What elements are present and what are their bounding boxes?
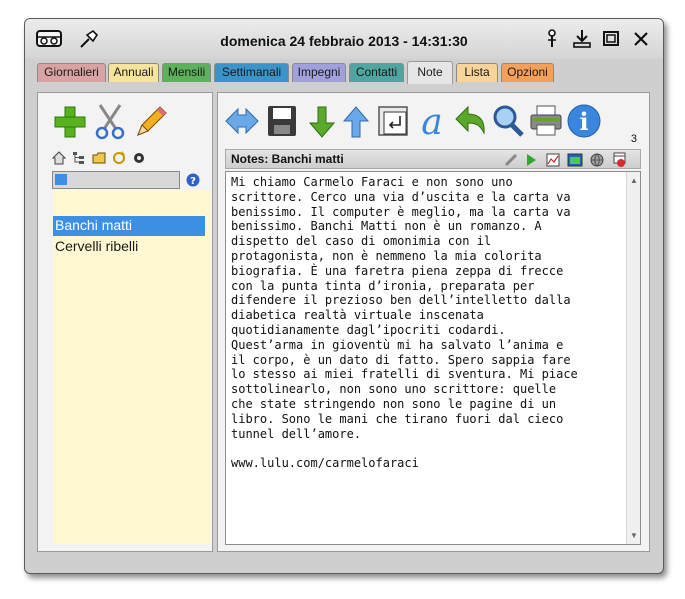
info-icon[interactable]: i <box>566 101 602 141</box>
folder-icon[interactable] <box>92 151 106 165</box>
tab-settimanali[interactable]: Settimanali <box>214 63 289 82</box>
maximize-icon[interactable] <box>597 27 625 51</box>
app-icon[interactable] <box>35 27 63 51</box>
note-editor-panel: a i 3 Notes: Banchi matti Mi chiamo Carm… <box>217 92 650 552</box>
refresh-icon[interactable] <box>112 151 126 165</box>
up-arrow-icon[interactable] <box>338 101 374 141</box>
search-icon[interactable] <box>490 101 526 141</box>
tab-impegni[interactable]: Impegni <box>292 63 346 82</box>
tab-bar: Giornalieri Annuali Mensili Settimanali … <box>37 61 651 84</box>
save-icon[interactable] <box>264 101 300 141</box>
play-icon[interactable] <box>524 153 538 167</box>
globe-icon[interactable] <box>590 153 604 167</box>
editor-scrollbar[interactable]: ▲ ▼ <box>626 172 640 544</box>
close-icon[interactable] <box>627 27 655 51</box>
list-item[interactable]: Cervelli ribelli <box>53 237 205 257</box>
app-window: domenica 24 febbraio 2013 - 14:31:30 Gio… <box>24 18 664 574</box>
tab-opzioni[interactable]: Opzioni <box>501 63 554 82</box>
note-content[interactable]: Mi chiamo Carmelo Faraci e non sono uno … <box>231 175 623 471</box>
chart-icon[interactable] <box>546 153 560 167</box>
font-icon[interactable]: a <box>414 101 450 141</box>
pen-icon[interactable] <box>504 153 518 167</box>
tab-lista[interactable]: Lista <box>456 63 498 82</box>
minimize-to-tray-icon[interactable] <box>568 27 596 51</box>
tab-note[interactable]: Note <box>407 61 453 84</box>
tab-giornalieri[interactable]: Giornalieri <box>37 63 106 82</box>
search-input[interactable] <box>52 171 180 189</box>
search-field-icon <box>55 174 67 185</box>
print-icon[interactable] <box>528 101 564 141</box>
home-icon[interactable] <box>52 151 66 165</box>
title-bar: domenica 24 febbraio 2013 - 14:31:30 <box>25 19 663 59</box>
down-arrow-icon[interactable] <box>304 101 340 141</box>
tree-icon[interactable] <box>72 151 86 165</box>
edit-icon[interactable] <box>132 101 168 141</box>
page-count: 3 <box>630 133 637 145</box>
svg-text:i: i <box>579 107 588 136</box>
pin-down-icon[interactable] <box>538 27 566 51</box>
calendar-alert-icon[interactable] <box>612 152 628 168</box>
cut-icon[interactable] <box>92 101 128 141</box>
add-icon[interactable] <box>52 101 88 141</box>
undo-icon[interactable] <box>452 101 488 141</box>
tab-annuali[interactable]: Annuali <box>108 63 159 82</box>
svg-text:?: ? <box>190 176 196 187</box>
settings-icon[interactable] <box>132 151 146 165</box>
scroll-up-icon[interactable]: ▲ <box>630 176 638 185</box>
pin-icon[interactable] <box>75 27 103 51</box>
image-icon[interactable] <box>567 153 583 167</box>
tab-contatti[interactable]: Contatti <box>349 63 404 82</box>
window-title: domenica 24 febbraio 2013 - 14:31:30 <box>220 33 468 49</box>
help-icon[interactable]: ? <box>186 173 200 187</box>
wrap-icon[interactable] <box>376 101 412 141</box>
tab-mensili[interactable]: Mensili <box>162 63 211 82</box>
note-text-area[interactable]: Mi chiamo Carmelo Faraci e non sono uno … <box>225 171 641 545</box>
scroll-down-icon[interactable]: ▼ <box>630 531 638 540</box>
note-title: Notes: Banchi matti <box>231 152 344 166</box>
move-icon[interactable] <box>224 101 260 141</box>
notes-list-panel: ? Banchi matti Cervelli ribelli <box>37 92 213 552</box>
list-item[interactable]: Banchi matti <box>53 216 205 236</box>
note-header: Notes: Banchi matti <box>225 149 641 169</box>
svg-text:a: a <box>421 102 442 141</box>
